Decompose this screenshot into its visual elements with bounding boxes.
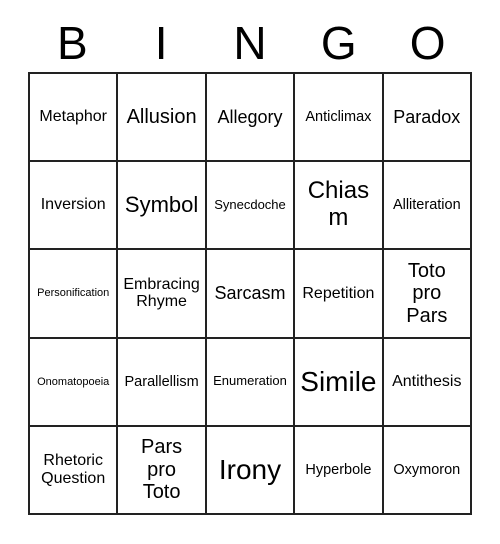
bingo-cell-g1[interactable]: Anticlimax <box>295 74 384 163</box>
bingo-cell-label: Inversion <box>40 196 106 214</box>
bingo-cell-o3[interactable]: Toto pro Pars <box>383 250 472 339</box>
bingo-cell-i1[interactable]: Allusion <box>118 74 207 163</box>
bingo-cell-label: Pars pro Toto <box>141 436 183 504</box>
bingo-header-letter-b: B <box>57 17 88 69</box>
bingo-cell-o1[interactable]: Paradox <box>383 74 472 163</box>
bingo-cell-label: Repetition <box>302 284 375 302</box>
bingo-grid: Metaphor Allusion Allegory Anticlimax Pa… <box>28 72 472 515</box>
bingo-cell-label: Parallellism <box>124 373 199 390</box>
bingo-cell-b3[interactable]: Personification <box>30 250 119 339</box>
bingo-cell-label: Antithesis <box>392 372 462 390</box>
bingo-cell-label: Metaphor <box>39 108 107 126</box>
bingo-cell-n3[interactable]: Sarcasm <box>206 250 296 339</box>
bingo-cell-label: Toto pro Pars <box>406 259 448 327</box>
bingo-cell-label: Alliteration <box>392 197 461 214</box>
bingo-cell-o2[interactable]: Alliteration <box>383 162 472 251</box>
bingo-cell-label: Synecdoche <box>214 197 286 213</box>
bingo-cell-i2[interactable]: Symbol <box>118 162 207 251</box>
bingo-cell-g2[interactable]: Chiasm <box>295 162 384 251</box>
bingo-cell-label: Simile <box>300 366 377 398</box>
bingo-cell-label: Symbol <box>124 191 199 217</box>
bingo-cell-label: Irony <box>218 454 282 486</box>
bingo-cell-g4[interactable]: Simile <box>295 338 384 427</box>
bingo-header-row: B I N G O <box>28 14 472 72</box>
bingo-cell-label: Paradox <box>393 107 461 128</box>
bingo-cell-b4[interactable]: Onomatopoeia <box>30 338 119 427</box>
bingo-cell-label: Allusion <box>126 105 197 128</box>
bingo-cell-o4[interactable]: Antithesis <box>383 338 472 427</box>
bingo-cell-n2[interactable]: Synecdoche <box>206 162 296 251</box>
bingo-cell-b2[interactable]: Inversion <box>30 162 119 251</box>
bingo-cell-label: Chiasm <box>307 177 370 232</box>
bingo-cell-i3[interactable]: Embracing Rhyme <box>118 250 207 339</box>
bingo-cell-label: Allegory <box>217 107 283 128</box>
bingo-cell-n1[interactable]: Allegory <box>206 74 296 163</box>
bingo-cell-b1[interactable]: Metaphor <box>30 74 119 163</box>
bingo-header-letter-g: G <box>320 17 357 69</box>
bingo-cell-label: Onomatopoeia <box>37 375 110 388</box>
bingo-cell-g3[interactable]: Repetition <box>295 250 384 339</box>
bingo-cell-b5[interactable]: Rhetoric Question <box>30 426 119 515</box>
bingo-cell-label: Anticlimax <box>305 108 372 125</box>
bingo-header-letter-o: O <box>409 17 446 69</box>
bingo-cell-o5[interactable]: Oxymoron <box>383 426 472 515</box>
bingo-cell-label: Oxymoron <box>393 461 461 478</box>
bingo-cell-label: Personification <box>37 287 110 300</box>
bingo-cell-label: Enumeration <box>213 373 287 389</box>
bingo-cell-g5[interactable]: Hyperbole <box>295 426 384 515</box>
bingo-cell-label: Rhetoric Question <box>41 451 106 487</box>
bingo-cell-label: Embracing Rhyme <box>123 275 200 311</box>
bingo-cell-label: Sarcasm <box>214 283 286 304</box>
bingo-header-letter-n: N <box>233 17 267 69</box>
bingo-cell-i5[interactable]: Pars pro Toto <box>118 426 207 515</box>
bingo-cell-n5[interactable]: Irony <box>206 426 296 515</box>
bingo-cell-i4[interactable]: Parallellism <box>118 338 207 427</box>
bingo-cell-label: Hyperbole <box>305 461 372 478</box>
bingo-header-letter-i: I <box>154 17 168 69</box>
bingo-cell-n4[interactable]: Enumeration <box>206 338 296 427</box>
bingo-card: B I N G O Metaphor Allusion Allegory Ant… <box>0 0 500 544</box>
